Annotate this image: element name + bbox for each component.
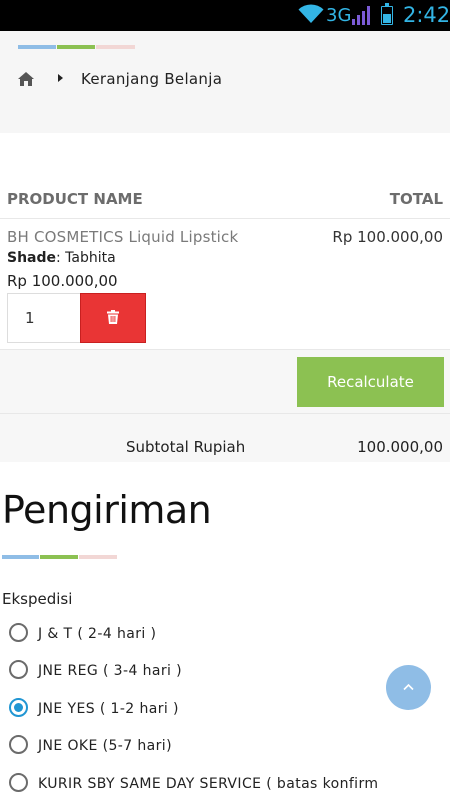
radio-button[interactable] <box>9 623 28 642</box>
courier-option-label: KURIR SBY SAME DAY SERVICE ( batas konfi… <box>38 776 379 792</box>
trash-icon <box>107 310 119 324</box>
signal-icon <box>352 5 374 29</box>
courier-option-label: JNE YES ( 1-2 hari ) <box>38 701 179 717</box>
column-header-total: TOTAL <box>389 190 443 208</box>
subtotal-label: Subtotal Rupiah <box>126 438 246 456</box>
chevron-right-icon <box>58 74 63 82</box>
network-type: 3G <box>326 5 352 26</box>
quantity-input[interactable] <box>7 293 81 343</box>
radio-button[interactable] <box>9 660 28 679</box>
courier-option-label: JNE OKE (5-7 hari) <box>38 738 172 754</box>
scroll-to-top-button[interactable] <box>386 665 431 710</box>
shipping-title: Pengiriman <box>2 488 212 532</box>
home-icon[interactable] <box>18 71 34 90</box>
variant-value: : Tabhita <box>56 250 116 266</box>
wifi-icon <box>298 4 324 28</box>
breadcrumb: Keranjang Belanja <box>0 31 450 133</box>
product-variant: Shade: Tabhita <box>7 250 116 266</box>
battery-icon <box>381 3 393 25</box>
product-name-link[interactable]: BH COSMETICS Liquid Lipstick <box>7 228 238 246</box>
radio-button[interactable] <box>9 735 28 754</box>
chevron-up-icon <box>403 683 414 691</box>
accent-divider <box>2 555 117 559</box>
courier-option-label: J & T ( 2-4 hari ) <box>38 626 157 642</box>
courier-label: Ekspedisi <box>2 590 73 608</box>
column-header-product: PRODUCT NAME <box>7 190 143 208</box>
recalculate-button[interactable]: Recalculate <box>297 357 444 407</box>
remove-item-button[interactable] <box>80 293 146 343</box>
product-total: Rp 100.000,00 <box>332 228 443 246</box>
courier-option-label: JNE REG ( 3-4 hari ) <box>38 663 183 679</box>
clock: 2:42 <box>403 3 450 27</box>
status-bar: 3G 2:42 <box>0 0 450 31</box>
radio-button[interactable] <box>9 773 28 792</box>
subtotal-value: 100.000,00 <box>357 438 443 456</box>
accent-divider <box>18 45 135 49</box>
divider <box>0 218 450 219</box>
radio-button-selected[interactable] <box>9 698 28 717</box>
breadcrumb-current: Keranjang Belanja <box>81 70 223 88</box>
variant-label: Shade <box>7 250 57 266</box>
product-price: Rp 100.000,00 <box>7 272 118 290</box>
